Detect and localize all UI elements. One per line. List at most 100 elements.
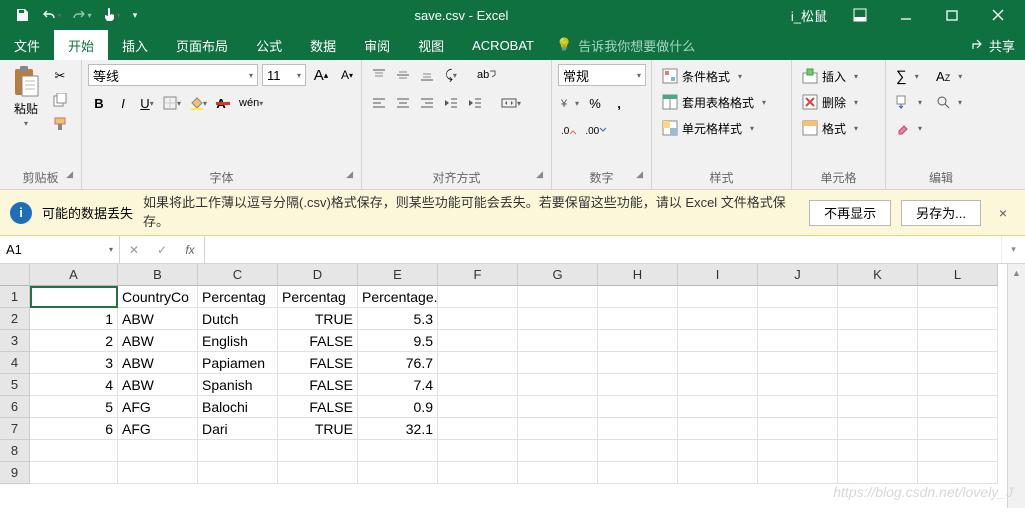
row-header[interactable]: 6 [0, 396, 30, 418]
align-top-button[interactable] [368, 64, 390, 86]
increase-indent-button[interactable] [464, 92, 486, 114]
enter-formula-button[interactable]: ✓ [148, 236, 176, 263]
align-left-button[interactable] [368, 92, 390, 114]
cell[interactable]: Dari [198, 418, 278, 440]
cell[interactable]: 76.7 [358, 352, 438, 374]
select-all-corner[interactable] [0, 264, 30, 286]
cell[interactable] [918, 286, 998, 308]
tab-review[interactable]: 审阅 [350, 30, 404, 60]
cell[interactable] [438, 352, 518, 374]
row-header[interactable]: 8 [0, 440, 30, 462]
cell[interactable] [838, 308, 918, 330]
delete-cells-button[interactable]: 删除▾ [798, 90, 862, 114]
vertical-scrollbar[interactable]: ▲ [1007, 264, 1025, 508]
fill-color-button[interactable]: ▾ [186, 92, 210, 114]
fill-button[interactable]: ▾ [892, 90, 926, 114]
cell[interactable] [358, 462, 438, 484]
column-header[interactable]: E [358, 264, 438, 286]
row-header[interactable]: 4 [0, 352, 30, 374]
font-launcher[interactable]: ◢ [346, 169, 353, 180]
autosum-button[interactable]: ∑▾ [892, 64, 926, 88]
format-cells-button[interactable]: 格式▾ [798, 116, 862, 140]
increase-font-button[interactable]: A▴ [310, 64, 332, 86]
cell[interactable] [198, 440, 278, 462]
cell[interactable] [598, 286, 678, 308]
cell[interactable] [518, 396, 598, 418]
merge-center-button[interactable]: ▾ [498, 92, 524, 114]
cancel-formula-button[interactable]: ✕ [120, 236, 148, 263]
tab-pagelayout[interactable]: 页面布局 [162, 30, 242, 60]
share-button[interactable]: 共享 [989, 36, 1015, 55]
cell[interactable] [518, 462, 598, 484]
cell[interactable] [758, 396, 838, 418]
cell[interactable]: Spanish [198, 374, 278, 396]
cell[interactable] [598, 396, 678, 418]
cell[interactable]: 5.3 [358, 308, 438, 330]
number-format-combo[interactable]: 常规▾ [558, 64, 646, 86]
cell[interactable]: English [198, 330, 278, 352]
italic-button[interactable]: I [112, 92, 134, 114]
font-name-combo[interactable]: 等线▾ [88, 64, 258, 86]
align-right-button[interactable] [416, 92, 438, 114]
cell[interactable] [598, 440, 678, 462]
conditional-format-button[interactable]: 条件格式▾ [658, 64, 770, 88]
alignment-launcher[interactable]: ◢ [536, 169, 543, 180]
sort-filter-button[interactable]: AZ▾ [936, 64, 962, 88]
cell[interactable] [758, 286, 838, 308]
cell[interactable] [758, 418, 838, 440]
cut-button[interactable]: ✂ [50, 66, 70, 86]
cell[interactable] [758, 330, 838, 352]
format-as-table-button[interactable]: 套用表格格式▾ [658, 90, 770, 114]
expand-formula-bar[interactable]: ▾ [1001, 236, 1025, 263]
cell[interactable]: 0.9 [358, 396, 438, 418]
cell[interactable] [438, 418, 518, 440]
cell[interactable] [838, 374, 918, 396]
cell[interactable] [438, 330, 518, 352]
row-header[interactable]: 1 [0, 286, 30, 308]
cell[interactable]: Percentag [198, 286, 278, 308]
cell[interactable]: 1 [30, 308, 118, 330]
row-header[interactable]: 3 [0, 330, 30, 352]
paste-button[interactable]: 粘贴 ▾ [6, 64, 46, 130]
cell[interactable] [438, 308, 518, 330]
cell[interactable]: TRUE [278, 308, 358, 330]
cell[interactable]: Dutch [198, 308, 278, 330]
cell[interactable] [918, 374, 998, 396]
cell[interactable]: FALSE [278, 374, 358, 396]
cell[interactable] [30, 440, 118, 462]
cell[interactable] [678, 462, 758, 484]
dont-show-button[interactable]: 不再显示 [809, 200, 891, 226]
cell[interactable]: Balochi [198, 396, 278, 418]
touch-mode-button[interactable]: ▾ [98, 1, 126, 29]
cell[interactable] [918, 352, 998, 374]
cell[interactable] [518, 440, 598, 462]
cell[interactable] [678, 396, 758, 418]
cell[interactable]: Papiamen [198, 352, 278, 374]
cell[interactable] [838, 396, 918, 418]
borders-button[interactable]: ▾ [160, 92, 184, 114]
cell[interactable] [838, 462, 918, 484]
column-header[interactable]: C [198, 264, 278, 286]
cell[interactable] [678, 308, 758, 330]
cell[interactable] [678, 374, 758, 396]
column-header[interactable]: B [118, 264, 198, 286]
cell[interactable] [598, 462, 678, 484]
cell[interactable]: ABW [118, 308, 198, 330]
cell[interactable]: CountryCo [118, 286, 198, 308]
accounting-format-button[interactable]: ¥▾ [558, 92, 582, 114]
cell[interactable]: 9.5 [358, 330, 438, 352]
column-header[interactable]: L [918, 264, 998, 286]
redo-button[interactable]: ▾ [68, 1, 96, 29]
cell[interactable] [598, 308, 678, 330]
cell[interactable] [678, 330, 758, 352]
paste-dropdown[interactable]: ▾ [24, 119, 28, 128]
underline-button[interactable]: U▾ [136, 92, 158, 114]
cell[interactable]: 5 [30, 396, 118, 418]
cell[interactable] [678, 286, 758, 308]
cell[interactable]: AFG [118, 418, 198, 440]
increase-decimal-button[interactable]: .0 [558, 120, 580, 142]
orientation-button[interactable]: ⤹▾ [440, 64, 462, 86]
cell[interactable] [838, 352, 918, 374]
cell[interactable] [30, 462, 118, 484]
save-as-button[interactable]: 另存为... [901, 200, 981, 226]
